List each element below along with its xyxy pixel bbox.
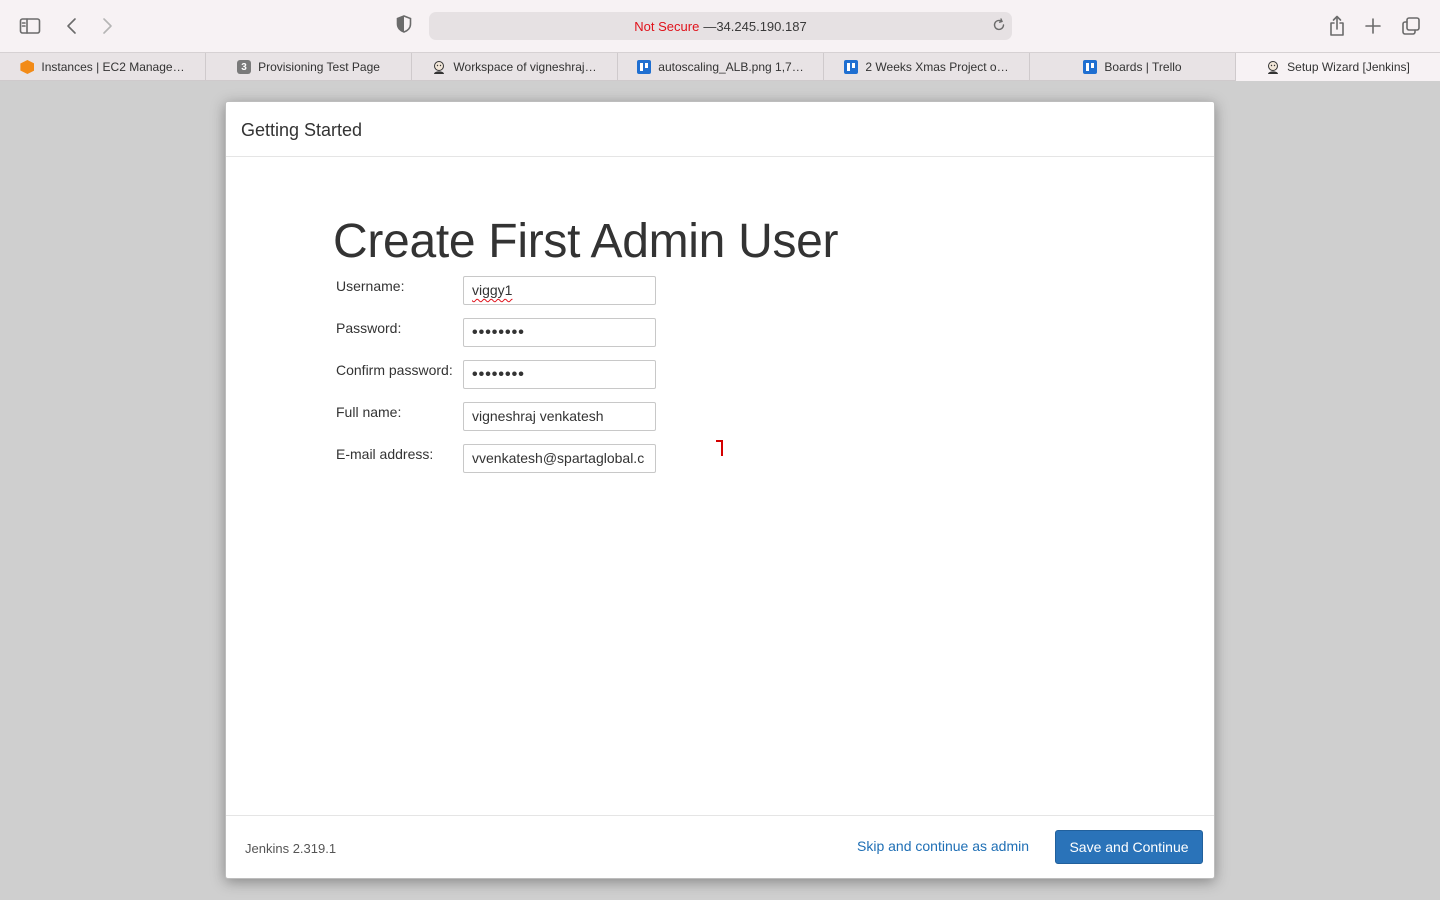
new-tab-icon[interactable] xyxy=(1359,12,1387,40)
page-title: Create First Admin User xyxy=(333,215,839,268)
trello-icon xyxy=(1083,60,1098,74)
tab-setup-wizard[interactable]: Setup Wizard [Jenkins] xyxy=(1236,53,1440,81)
privacy-shield-icon[interactable] xyxy=(396,15,412,38)
aws-ec2-icon xyxy=(20,60,35,74)
dialog-body: Create First Admin User Username: viggy1… xyxy=(226,157,1214,817)
tab-autoscaling-png[interactable]: autoscaling_ALB.png 1,7… xyxy=(618,53,824,81)
full-name-label: Full name: xyxy=(336,404,402,420)
password-field[interactable]: •••••••• xyxy=(463,318,656,347)
tab-jenkins-workspace[interactable]: Workspace of vigneshraj… xyxy=(412,53,618,81)
tab-bar: Instances | EC2 Manage… 3 Provisioning T… xyxy=(0,52,1440,81)
tab-provisioning-test[interactable]: 3 Provisioning Test Page xyxy=(206,53,412,81)
not-secure-label: Not Secure xyxy=(634,18,700,34)
tab-label: Setup Wizard [Jenkins] xyxy=(1287,60,1410,74)
dialog-header: Getting Started xyxy=(226,102,1214,157)
username-label: Username: xyxy=(336,278,405,294)
cursor-marker xyxy=(716,440,723,456)
email-field[interactable]: vvenkatesh@spartaglobal.c xyxy=(463,444,656,473)
confirm-password-row: Confirm password: •••••••• xyxy=(336,360,666,390)
tab-label: Instances | EC2 Manage… xyxy=(41,60,185,74)
forward-icon[interactable] xyxy=(93,12,121,40)
share-icon[interactable] xyxy=(1323,12,1351,40)
username-field[interactable]: viggy1 xyxy=(463,276,656,305)
back-icon[interactable] xyxy=(58,12,86,40)
tab-ec2-instances[interactable]: Instances | EC2 Manage… xyxy=(0,53,206,81)
skip-continue-as-admin-link[interactable]: Skip and continue as admin xyxy=(857,838,1029,854)
trello-icon xyxy=(637,60,652,74)
password-row: Password: •••••••• xyxy=(336,318,666,348)
address-separator: — xyxy=(703,18,717,34)
confirm-password-field[interactable]: •••••••• xyxy=(463,360,656,389)
tab-label: Provisioning Test Page xyxy=(258,60,380,74)
dialog-footer: Jenkins 2.319.1 Skip and continue as adm… xyxy=(226,815,1214,878)
username-row: Username: viggy1 xyxy=(336,276,666,306)
sidebar-toggle-icon[interactable] xyxy=(16,12,44,40)
save-and-continue-button[interactable]: Save and Continue xyxy=(1055,830,1203,864)
reload-icon[interactable] xyxy=(992,18,1006,35)
full-name-row: Full name: vigneshraj venkatesh xyxy=(336,402,666,432)
tab-label: Workspace of vigneshraj… xyxy=(453,60,597,74)
email-label: E-mail address: xyxy=(336,446,434,462)
number-3-icon: 3 xyxy=(237,60,252,74)
tab-boards-trello[interactable]: Boards | Trello xyxy=(1030,53,1236,81)
jenkins-version: Jenkins 2.319.1 xyxy=(245,841,337,856)
browser-toolbar: Not Secure — 34.245.190.187 xyxy=(0,0,1440,52)
tab-overview-icon[interactable] xyxy=(1397,12,1425,40)
password-label: Password: xyxy=(336,320,402,336)
jenkins-icon xyxy=(432,60,446,74)
tab-label: autoscaling_ALB.png 1,7… xyxy=(658,60,804,74)
tab-label: Boards | Trello xyxy=(1104,60,1182,74)
full-name-field[interactable]: vigneshraj venkatesh xyxy=(463,402,656,431)
tab-label: 2 Weeks Xmas Project o… xyxy=(865,60,1009,74)
jenkins-icon xyxy=(1266,60,1280,74)
address-host: 34.245.190.187 xyxy=(716,18,807,34)
username-value: viggy1 xyxy=(472,282,513,298)
trello-icon xyxy=(844,60,859,74)
email-row: E-mail address: vvenkatesh@spartaglobal.… xyxy=(336,444,666,474)
confirm-password-label: Confirm password: xyxy=(336,362,453,378)
tab-xmas-project[interactable]: 2 Weeks Xmas Project o… xyxy=(824,53,1030,81)
address-bar[interactable]: Not Secure — 34.245.190.187 xyxy=(429,12,1012,40)
setup-wizard-dialog: Getting Started Create First Admin User … xyxy=(225,101,1215,879)
